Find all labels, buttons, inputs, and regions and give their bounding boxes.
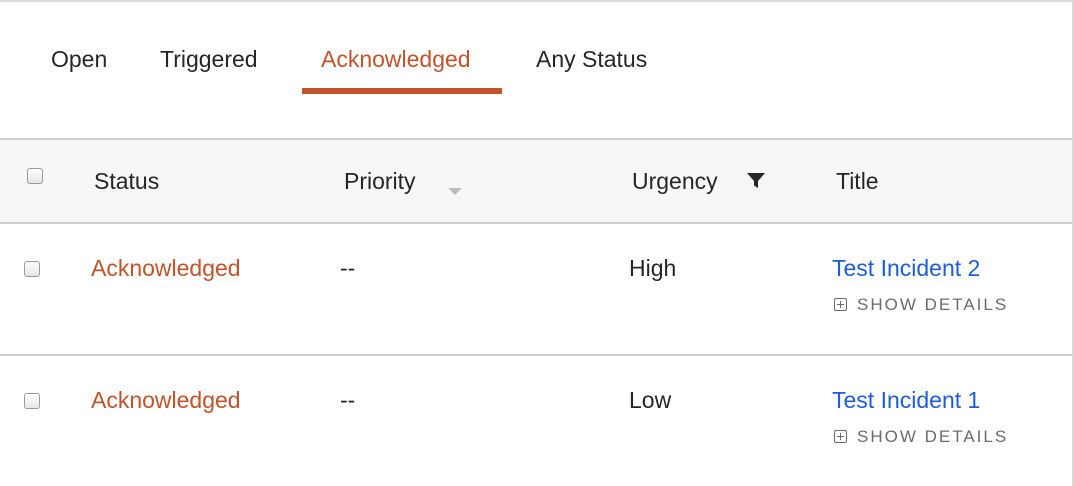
show-details-toggle[interactable]: SHOW DETAILS: [834, 427, 1008, 447]
column-header-status[interactable]: Status: [94, 168, 159, 195]
filter-funnel-icon[interactable]: [746, 172, 766, 190]
plus-square-icon: [834, 298, 847, 311]
incident-title-link[interactable]: Test Incident 1: [832, 387, 980, 414]
select-all-checkbox[interactable]: [27, 168, 43, 184]
status-value: Acknowledged: [91, 387, 241, 413]
table-row: Acknowledged -- High Test Incident 2 SHO…: [0, 224, 1072, 356]
incident-title-link[interactable]: Test Incident 2: [832, 255, 980, 282]
status-value: Acknowledged: [91, 255, 241, 281]
incidents-panel: Open Triggered Acknowledged Any Status S…: [0, 0, 1074, 486]
row-checkbox[interactable]: [24, 393, 40, 409]
priority-value: --: [340, 387, 356, 413]
show-details-label: SHOW DETAILS: [857, 427, 1009, 446]
column-header-urgency[interactable]: Urgency: [632, 168, 718, 195]
tab-triggered[interactable]: Triggered: [160, 46, 258, 73]
column-header-title[interactable]: Title: [836, 168, 879, 195]
priority-value: --: [340, 255, 356, 281]
sort-caret-down-icon[interactable]: [448, 188, 462, 195]
show-details-toggle[interactable]: SHOW DETAILS: [834, 295, 1008, 315]
urgency-value: Low: [629, 387, 672, 413]
show-details-label: SHOW DETAILS: [857, 295, 1009, 314]
tab-acknowledged[interactable]: Acknowledged: [321, 46, 471, 73]
row-checkbox[interactable]: [24, 261, 40, 277]
plus-square-icon: [834, 430, 847, 443]
table-row: Acknowledged -- Low Test Incident 1 SHOW…: [0, 358, 1072, 486]
column-header-priority[interactable]: Priority: [344, 168, 416, 195]
table-header: Status Priority Urgency Title: [0, 138, 1072, 224]
tab-any-status[interactable]: Any Status: [536, 46, 647, 73]
tab-open[interactable]: Open: [51, 46, 107, 73]
status-tabs: Open Triggered Acknowledged Any Status: [0, 2, 1072, 138]
urgency-value: High: [629, 255, 677, 281]
active-tab-indicator: [302, 88, 502, 94]
